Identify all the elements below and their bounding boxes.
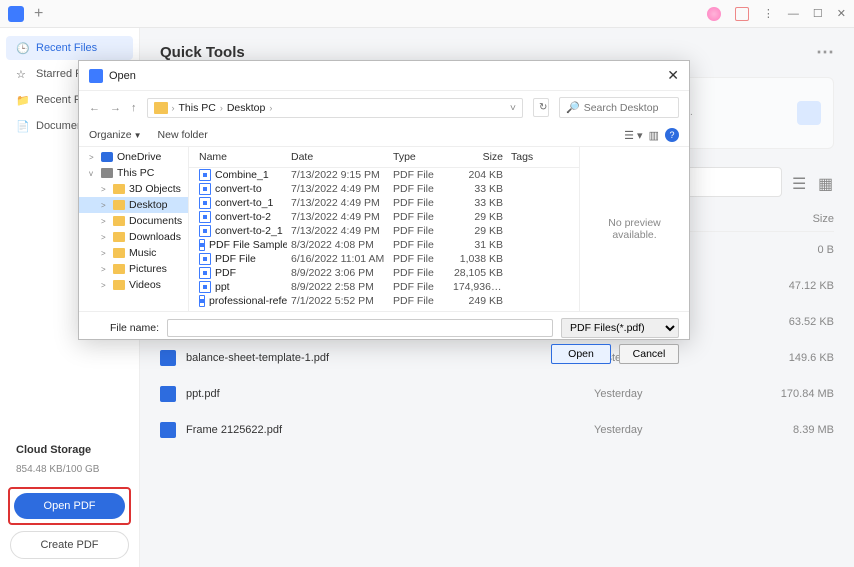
dialog-search-input[interactable] xyxy=(584,102,674,114)
profile-icon[interactable] xyxy=(707,7,721,21)
batch-icon xyxy=(797,101,821,125)
tree-item[interactable]: >OneDrive xyxy=(79,149,188,165)
tree-item[interactable]: >Music xyxy=(79,245,188,261)
pdf-icon xyxy=(160,422,176,438)
list-row[interactable]: professional-refere...7/1/2022 5:52 PMPD… xyxy=(189,294,579,308)
list-row[interactable]: ppt8/9/2022 2:58 PMPDF File174,936 KB xyxy=(189,280,579,294)
list-row[interactable]: convert-to-2_17/13/2022 4:49 PMPDF File2… xyxy=(189,224,579,238)
pdf-file-icon xyxy=(199,169,211,181)
file-name-input[interactable] xyxy=(167,319,553,337)
breadcrumb[interactable]: › This PC › Desktop › ˅ xyxy=(147,98,524,118)
nav-back-button[interactable]: ← xyxy=(89,102,100,114)
nav-forward-button[interactable]: → xyxy=(110,102,121,114)
list-view-icon[interactable]: ☰ xyxy=(792,174,808,190)
new-tab-button[interactable]: + xyxy=(34,5,43,23)
grid-view-icon[interactable]: ▦ xyxy=(818,174,834,190)
minimize-button[interactable]: — xyxy=(788,8,799,20)
maximize-button[interactable]: ☐ xyxy=(813,7,823,20)
dialog-search-wrap[interactable]: 🔎 xyxy=(559,97,679,118)
list-row[interactable]: convert-to7/13/2022 4:49 PMPDF File33 KB xyxy=(189,182,579,196)
titlebar: + ⋮ — ☐ ✕ xyxy=(0,0,854,28)
more-icon[interactable]: ⋯ xyxy=(816,42,834,63)
cancel-button[interactable]: Cancel xyxy=(619,344,679,364)
open-dialog: Open ✕ ← → ↑ › This PC › Desktop › ˅ ↻ 🔎… xyxy=(78,60,690,340)
folder-tree[interactable]: >OneDrivevThis PC>3D Objects>Desktop>Doc… xyxy=(79,147,189,311)
file-type-select[interactable]: PDF Files(*.pdf) xyxy=(561,318,679,338)
list-row[interactable]: PDF File Sample8/3/2022 4:08 PMPDF File3… xyxy=(189,238,579,252)
open-pdf-highlight: Open PDF xyxy=(8,487,131,525)
list-row[interactable]: Combine_17/13/2022 9:15 PMPDF File204 KB xyxy=(189,168,579,182)
pdf-file-icon xyxy=(199,211,211,223)
sidebar-item-recent-files[interactable]: 🕒 Recent Files xyxy=(6,36,133,60)
create-pdf-button[interactable]: Create PDF xyxy=(10,531,129,559)
tree-item[interactable]: >Videos xyxy=(79,277,188,293)
tree-item[interactable]: >Pictures xyxy=(79,261,188,277)
pdf-file-icon xyxy=(199,183,211,195)
organize-menu[interactable]: Organize▼ xyxy=(89,129,142,141)
close-button[interactable]: ✕ xyxy=(837,7,846,20)
pdf-file-icon xyxy=(199,197,211,209)
folder-icon xyxy=(154,102,168,114)
pdf-file-icon xyxy=(199,295,205,307)
notification-icon[interactable] xyxy=(735,7,749,21)
app-logo-icon xyxy=(8,6,24,22)
pdf-file-icon xyxy=(199,267,211,279)
pdf-file-icon xyxy=(199,281,211,293)
search-icon: 🔎 xyxy=(566,101,580,114)
tree-item[interactable]: >Desktop xyxy=(79,197,188,213)
preview-pane-icon[interactable]: ▥ xyxy=(649,129,659,142)
tree-item[interactable]: vThis PC xyxy=(79,165,188,181)
sidebar-item-label: Recent Files xyxy=(36,42,97,54)
file-list-rows[interactable]: Combine_17/13/2022 9:15 PMPDF File204 KB… xyxy=(189,168,579,311)
help-icon[interactable]: ? xyxy=(665,128,679,142)
nav-up-button[interactable]: ↑ xyxy=(131,102,137,114)
dialog-logo-icon xyxy=(89,69,103,83)
list-row[interactable]: PDF File6/16/2022 11:01 AMPDF File1,038 … xyxy=(189,252,579,266)
open-button[interactable]: Open xyxy=(551,344,611,364)
pdf-file-icon xyxy=(199,253,211,265)
pdf-file-icon xyxy=(199,239,205,251)
dialog-close-button[interactable]: ✕ xyxy=(667,67,679,84)
file-name-label: File name: xyxy=(89,322,159,334)
pdf-icon xyxy=(160,386,176,402)
document-icon: 📄 xyxy=(16,120,28,132)
kebab-menu-icon[interactable]: ⋮ xyxy=(763,7,774,20)
file-row[interactable]: Frame 2125622.pdfYesterday8.39 MB xyxy=(160,412,834,448)
list-row[interactable]: PDF8/9/2022 3:06 PMPDF File28,105 KB xyxy=(189,266,579,280)
tree-item[interactable]: >Downloads xyxy=(79,229,188,245)
list-row[interactable]: convert-to-27/13/2022 4:49 PMPDF File29 … xyxy=(189,210,579,224)
new-folder-button[interactable]: New folder xyxy=(158,129,208,141)
preview-pane: No preview available. xyxy=(579,147,689,311)
tree-item[interactable]: >3D Objects xyxy=(79,181,188,197)
refresh-button[interactable]: ↻ xyxy=(533,98,549,117)
star-icon: ☆ xyxy=(16,68,28,80)
list-row[interactable]: convert-to_17/13/2022 4:49 PMPDF File33 … xyxy=(189,196,579,210)
list-header: Name Date Type Size Tags xyxy=(189,147,579,168)
dialog-title: Open xyxy=(109,70,667,82)
tree-item[interactable]: >Documents xyxy=(79,213,188,229)
file-row[interactable]: ppt.pdfYesterday170.84 MB xyxy=(160,376,834,412)
clock-icon: 🕒 xyxy=(16,42,28,54)
folder-icon: 📁 xyxy=(16,94,28,106)
cloud-usage: 854.48 KB/100 GB xyxy=(6,464,133,487)
open-pdf-button[interactable]: Open PDF xyxy=(14,493,125,519)
view-mode-icon[interactable]: ☰ ▾ xyxy=(624,129,642,142)
breadcrumb-dropdown-icon[interactable]: ˅ xyxy=(510,102,516,114)
pdf-file-icon xyxy=(199,225,211,237)
cloud-storage-title: Cloud Storage xyxy=(6,436,133,464)
